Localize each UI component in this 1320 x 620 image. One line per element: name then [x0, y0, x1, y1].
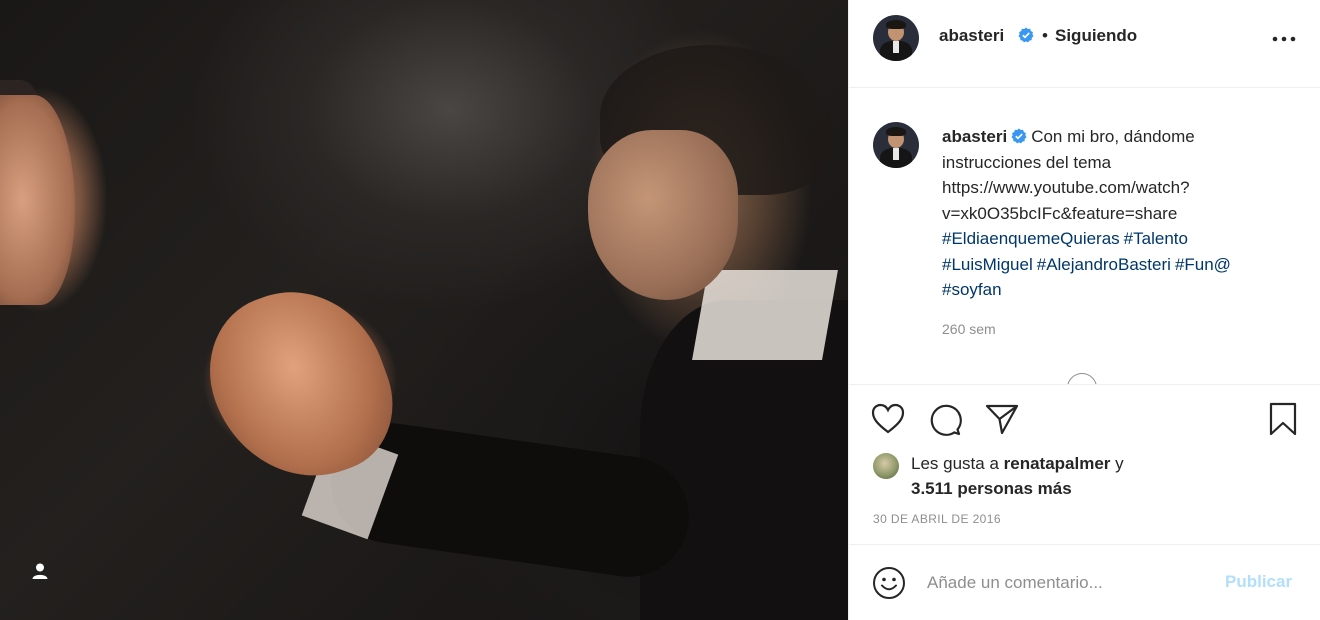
paper-plane-icon[interactable]	[983, 400, 1021, 438]
post-sidebar: abasteri • Siguiendo abasteri Con mi bro,…	[848, 0, 1320, 620]
likes-others-link[interactable]: 3.511 personas más	[911, 476, 1072, 501]
verified-badge-icon	[1013, 27, 1034, 46]
comment-input[interactable]	[927, 567, 1207, 599]
photo-region-face	[588, 130, 738, 300]
post-date[interactable]: 30 DE ABRIL DE 2016	[873, 512, 1001, 526]
author-avatar[interactable]	[873, 15, 919, 61]
more-options-icon[interactable]	[1269, 24, 1299, 54]
caption-author-avatar[interactable]	[873, 122, 919, 168]
author-username[interactable]: abasteri	[939, 26, 1004, 46]
liker-username[interactable]: renatapalmer	[1004, 454, 1111, 473]
hashtag-link[interactable]: #EldiaenquemeQuieras	[942, 229, 1120, 248]
hashtag-link[interactable]: #LuisMiguel	[942, 255, 1033, 274]
header-separator: •	[1042, 26, 1048, 45]
publish-button[interactable]: Publicar	[1225, 572, 1292, 592]
hashtag-link[interactable]: #AlejandroBasteri	[1037, 255, 1171, 274]
user-tag-icon[interactable]	[24, 555, 56, 587]
likes-prefix: Les gusta a	[911, 454, 999, 473]
likes-connector: y	[1115, 454, 1124, 473]
hashtag-link[interactable]: #Talento	[1124, 229, 1188, 248]
post-header: abasteri • Siguiendo	[849, 0, 1320, 88]
photo-region-left-face	[0, 95, 75, 305]
load-more-comments-icon[interactable]	[1067, 373, 1097, 384]
comments-section: abasteri Con mi bro, dándome instruccione…	[849, 89, 1320, 385]
following-button[interactable]: Siguiendo	[1055, 26, 1137, 46]
comment-icon[interactable]	[926, 400, 964, 438]
verified-badge-icon	[1011, 127, 1031, 146]
hashtag-link[interactable]: #Fun@	[1175, 255, 1231, 274]
caption-username[interactable]: abasteri	[942, 127, 1007, 146]
photo-region-collar	[692, 270, 838, 360]
liker-avatar[interactable]	[873, 453, 899, 479]
post-actions	[849, 386, 1320, 456]
bookmark-icon[interactable]	[1264, 400, 1302, 438]
post-caption: abasteri Con mi bro, dándome instruccione…	[942, 124, 1292, 303]
post-photo[interactable]	[0, 0, 848, 620]
emoji-icon[interactable]	[871, 565, 907, 601]
caption-link[interactable]: https://www.youtube.com/watch?v=xk0O35bc…	[942, 178, 1190, 223]
hashtag-link[interactable]: #soyfan	[942, 280, 1002, 299]
add-comment-bar: Publicar	[849, 544, 1320, 620]
caption-time-ago[interactable]: 260 sem	[942, 321, 996, 337]
heart-icon[interactable]	[869, 400, 907, 438]
